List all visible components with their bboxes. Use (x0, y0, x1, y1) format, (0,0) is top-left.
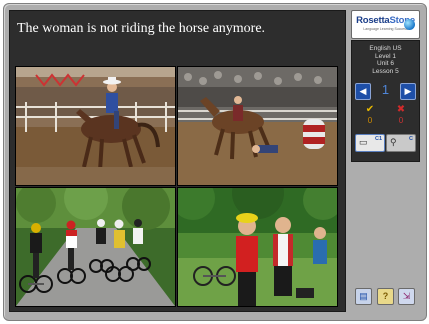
current-page-number: 1 (381, 82, 390, 97)
globe-icon (404, 19, 415, 30)
photo-cyclists-resting (178, 188, 337, 306)
mode-c-button[interactable]: ⚲ C (386, 134, 416, 152)
magnifier-icon: ⚲ (390, 137, 397, 147)
mode-c1-label: C1 (374, 136, 382, 142)
prompt-text: The woman is not riding the horse anymor… (17, 21, 266, 36)
wrong-score: ✖ 0 (391, 105, 411, 126)
rosetta-stone-logo: RosettaStone Language Learning Success (351, 10, 420, 39)
help-button[interactable]: ? (377, 288, 394, 305)
course-language: English US (369, 45, 402, 52)
lesson-info-panel: English US Level 1 Unit 6 Lesson 5 ◀ 1 ▶… (351, 40, 420, 162)
exercise-panel: The woman is not riding the horse anymor… (9, 10, 346, 312)
answer-photo-2[interactable] (177, 66, 338, 186)
correct-count: 0 (367, 116, 373, 125)
answer-photo-4[interactable] (177, 187, 338, 307)
book-icon: ▭ (359, 137, 368, 147)
answer-photo-3[interactable] (15, 187, 176, 307)
translate-button[interactable]: ▤ (355, 288, 372, 305)
photo-cyclists-road (16, 188, 175, 306)
score-display: ✔ 0 ✖ 0 (356, 105, 415, 129)
answer-photo-1[interactable] (15, 66, 176, 186)
photo-rider-on-horse (16, 67, 175, 185)
page-navigation: ◀ 1 ▶ (355, 82, 416, 100)
exit-button[interactable]: ⇲ (398, 288, 415, 305)
cross-icon: ✖ (396, 104, 406, 115)
course-lesson: Lesson 5 (372, 67, 399, 75)
help-icon: ? (382, 291, 389, 301)
check-icon: ✔ (365, 104, 375, 115)
arrow-left-icon: ◀ (359, 86, 367, 96)
exit-icon: ⇲ (402, 291, 411, 301)
correct-score: ✔ 0 (360, 105, 380, 126)
logo-brand-a: Rosetta (356, 15, 390, 26)
mode-selector: ▭ C1 ⚲ C (355, 134, 416, 152)
course-level: Level 1 (375, 52, 396, 60)
arrow-right-icon: ▶ (404, 86, 412, 96)
mode-c-label: C (409, 136, 413, 142)
previous-button[interactable]: ◀ (355, 83, 371, 100)
next-button[interactable]: ▶ (400, 83, 416, 100)
course-unit: Unit 6 (377, 60, 394, 67)
wrong-count: 0 (398, 116, 404, 125)
photo-rider-fallen (178, 67, 337, 185)
translate-icon: ▤ (359, 291, 368, 301)
mode-c1-button[interactable]: ▭ C1 (355, 134, 385, 152)
